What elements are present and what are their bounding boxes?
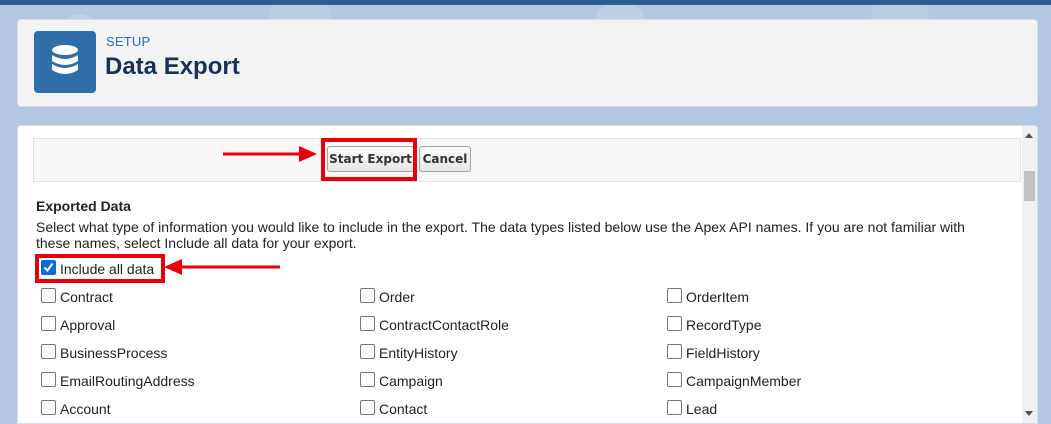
label-account: Account bbox=[60, 401, 111, 417]
checkbox-entityhistory[interactable] bbox=[360, 344, 375, 359]
label-order: Order bbox=[379, 289, 415, 305]
checkbox-businessprocess[interactable] bbox=[41, 344, 56, 359]
section-label: SETUP bbox=[106, 34, 151, 49]
cancel-button[interactable]: Cancel bbox=[419, 146, 471, 172]
scroll-down-arrow-icon[interactable] bbox=[1025, 411, 1033, 416]
label-contact: Contact bbox=[379, 401, 428, 417]
arrow-to-include-all bbox=[164, 259, 280, 275]
label-entityhistory: EntityHistory bbox=[379, 345, 458, 361]
exported-data-heading: Exported Data bbox=[36, 198, 131, 214]
checkbox-recordtype[interactable] bbox=[667, 316, 682, 331]
checkbox-contractcontactrole[interactable] bbox=[360, 316, 375, 331]
label-campaignmember: CampaignMember bbox=[686, 373, 802, 389]
arrow-to-start-export bbox=[223, 146, 317, 162]
checkbox-contact[interactable] bbox=[360, 400, 375, 415]
include-all-label: Include all data bbox=[60, 261, 155, 277]
button-bar bbox=[33, 138, 1021, 182]
label-contract: Contract bbox=[60, 289, 113, 305]
page-header: SETUP Data Export bbox=[17, 19, 1038, 107]
checkbox-orderitem[interactable] bbox=[667, 288, 682, 303]
label-lead: Lead bbox=[686, 401, 718, 417]
start-export-highlight bbox=[321, 138, 417, 181]
checkbox-approval[interactable] bbox=[41, 316, 56, 331]
scroll-up-arrow-icon[interactable] bbox=[1025, 133, 1033, 138]
page-title: Data Export bbox=[105, 53, 240, 80]
label-fieldhistory: FieldHistory bbox=[686, 345, 760, 361]
checkbox-order[interactable] bbox=[360, 288, 375, 303]
exported-data-description: Select what type of information you woul… bbox=[36, 219, 965, 251]
include-all-checkbox[interactable] bbox=[41, 260, 56, 275]
checkbox-fieldhistory[interactable] bbox=[667, 344, 682, 359]
checkbox-campaignmember[interactable] bbox=[667, 372, 682, 387]
checkbox-lead[interactable] bbox=[667, 400, 682, 415]
checkbox-account[interactable] bbox=[41, 400, 56, 415]
label-businessprocess: BusinessProcess bbox=[60, 345, 168, 361]
label-recordtype: RecordType bbox=[686, 317, 762, 333]
checkbox-emailroutingaddress[interactable] bbox=[41, 372, 56, 387]
vertical-scrollbar[interactable] bbox=[1022, 126, 1037, 423]
label-approval: Approval bbox=[60, 317, 116, 333]
label-orderitem: OrderItem bbox=[686, 289, 750, 305]
label-campaign: Campaign bbox=[379, 373, 443, 389]
label-emailroutingaddress: EmailRoutingAddress bbox=[60, 373, 195, 389]
scroll-thumb[interactable] bbox=[1024, 171, 1035, 201]
checkbox-campaign[interactable] bbox=[360, 372, 375, 387]
database-icon bbox=[34, 31, 96, 93]
checkbox-contract[interactable] bbox=[41, 288, 56, 303]
content-panel: Start Export Cancel Exported Data Select… bbox=[17, 125, 1038, 424]
label-contractcontactrole: ContractContactRole bbox=[379, 317, 509, 333]
